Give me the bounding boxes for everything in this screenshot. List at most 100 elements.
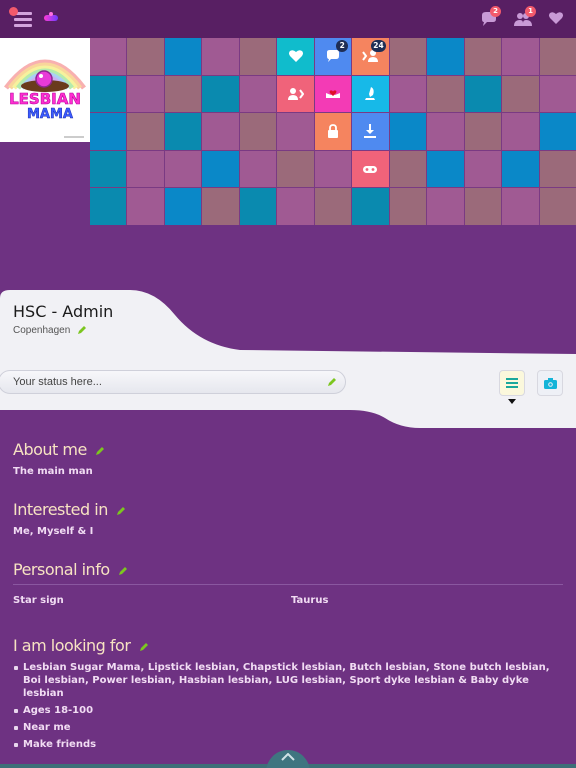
games-tile[interactable] xyxy=(352,150,389,188)
profile-name: HSC - Admin xyxy=(13,302,114,321)
site-logo[interactable]: LESBIAN MAMA xyxy=(0,38,90,142)
decorative-tile xyxy=(239,75,277,113)
decorative-tile xyxy=(164,150,202,188)
profile-menu-button[interactable] xyxy=(499,370,525,396)
heart-icon xyxy=(288,50,303,63)
messages-button[interactable]: 2 xyxy=(480,6,501,28)
decorative-tile xyxy=(464,75,502,113)
decorative-tile xyxy=(389,75,427,113)
friends-badge: 1 xyxy=(525,6,536,17)
visited-tile[interactable] xyxy=(277,75,314,113)
decorative-tile xyxy=(502,113,539,150)
decorative-tile xyxy=(389,38,427,75)
decorative-tile xyxy=(202,188,239,225)
list-menu-icon xyxy=(506,378,518,388)
decorative-tile xyxy=(127,75,164,113)
decorative-tile xyxy=(502,75,539,113)
profile-card-background xyxy=(0,290,576,356)
edit-pencil-icon[interactable] xyxy=(95,446,105,456)
decorative-tile xyxy=(427,113,464,150)
profile-city: Copenhagen xyxy=(13,325,87,336)
decorative-tile xyxy=(164,113,202,150)
decorative-tile xyxy=(427,150,464,188)
decorative-tile xyxy=(539,75,576,113)
decorative-tile xyxy=(464,150,502,188)
decorative-tile xyxy=(202,38,239,75)
decorative-tile xyxy=(127,188,164,225)
decorative-tile xyxy=(539,150,576,188)
interested-in-text: Me, Myself & I xyxy=(13,526,94,537)
friends-button[interactable]: 1 xyxy=(513,6,536,28)
hamburger-line xyxy=(14,18,32,21)
decorative-tile xyxy=(539,188,576,225)
decorative-tile xyxy=(127,38,164,75)
edit-pencil-icon[interactable] xyxy=(116,506,126,516)
about-me-title: About me xyxy=(13,440,105,459)
decorative-tile xyxy=(239,150,277,188)
decorative-tile xyxy=(389,188,427,225)
looking-for-title: I am looking for xyxy=(13,636,149,655)
messages-badge: 2 xyxy=(490,6,501,17)
decorative-tile xyxy=(427,75,464,113)
chevron-up-icon xyxy=(281,753,295,761)
personal-info-title-text: Personal info xyxy=(13,560,110,579)
list-item: Lesbian Sugar Mama, Lipstick lesbian, Ch… xyxy=(13,661,558,700)
download-tile[interactable] xyxy=(352,113,389,150)
lock-icon xyxy=(327,124,338,139)
logo-text-line1: LESBIAN xyxy=(9,90,81,108)
decorative-tile xyxy=(502,188,539,225)
photo-upload-button[interactable] xyxy=(537,370,563,396)
decorative-tile xyxy=(164,75,202,113)
status-placeholder: Your status here... xyxy=(13,376,102,388)
camera-icon xyxy=(543,377,557,389)
decorative-tile xyxy=(90,188,127,225)
edit-pencil-icon[interactable] xyxy=(327,377,337,387)
decorative-tile xyxy=(90,150,127,188)
list-item: Make friends xyxy=(13,738,558,751)
looking-for-title-text: I am looking for xyxy=(13,636,131,655)
menu-button[interactable] xyxy=(9,7,32,28)
messages-tile[interactable]: 2 xyxy=(314,38,352,75)
rocket-icon xyxy=(365,86,376,100)
edit-pencil-icon[interactable] xyxy=(118,566,128,576)
decorative-tile xyxy=(90,38,127,75)
feature-grid: 2 24 xyxy=(90,38,576,225)
heart-icon xyxy=(549,12,563,24)
decorative-tile xyxy=(90,75,127,113)
edit-pencil-icon[interactable] xyxy=(139,642,149,652)
tile-badge: 24 xyxy=(371,40,386,52)
decorative-tile xyxy=(90,113,127,150)
decorative-tile xyxy=(202,150,239,188)
city-text: Copenhagen xyxy=(13,325,71,336)
decorative-tile xyxy=(464,38,502,75)
decorative-tile xyxy=(539,113,576,150)
tile-badge: 2 xyxy=(336,40,349,52)
decorative-tile xyxy=(127,150,164,188)
decorative-tile xyxy=(127,113,164,150)
favorites-button[interactable] xyxy=(548,10,564,28)
decorative-tile xyxy=(389,150,427,188)
decorative-tile xyxy=(164,38,202,75)
decorative-tile xyxy=(202,113,239,150)
decorative-tile xyxy=(239,188,277,225)
star-sign-label: Star sign xyxy=(13,595,64,606)
heart-hands-icon xyxy=(325,90,340,98)
decorative-tile xyxy=(164,188,202,225)
decorative-tile xyxy=(239,113,277,150)
status-input[interactable]: Your status here... xyxy=(0,370,346,394)
decorative-tile xyxy=(202,75,239,113)
decorative-tile xyxy=(389,113,427,150)
favorites-tile[interactable] xyxy=(277,38,314,75)
likes-tile[interactable] xyxy=(314,75,352,113)
flirt-tile[interactable] xyxy=(352,75,389,113)
notification-dot xyxy=(9,7,18,16)
logo-mark-icon[interactable] xyxy=(44,12,58,21)
hamburger-line xyxy=(14,24,32,27)
section-divider xyxy=(13,584,563,585)
about-me-title-text: About me xyxy=(13,440,87,459)
visitors-tile[interactable]: 24 xyxy=(352,38,389,75)
decorative-tile xyxy=(314,150,352,188)
privacy-tile[interactable] xyxy=(314,113,352,150)
edit-pencil-icon[interactable] xyxy=(77,325,87,335)
decorative-tile xyxy=(277,150,314,188)
